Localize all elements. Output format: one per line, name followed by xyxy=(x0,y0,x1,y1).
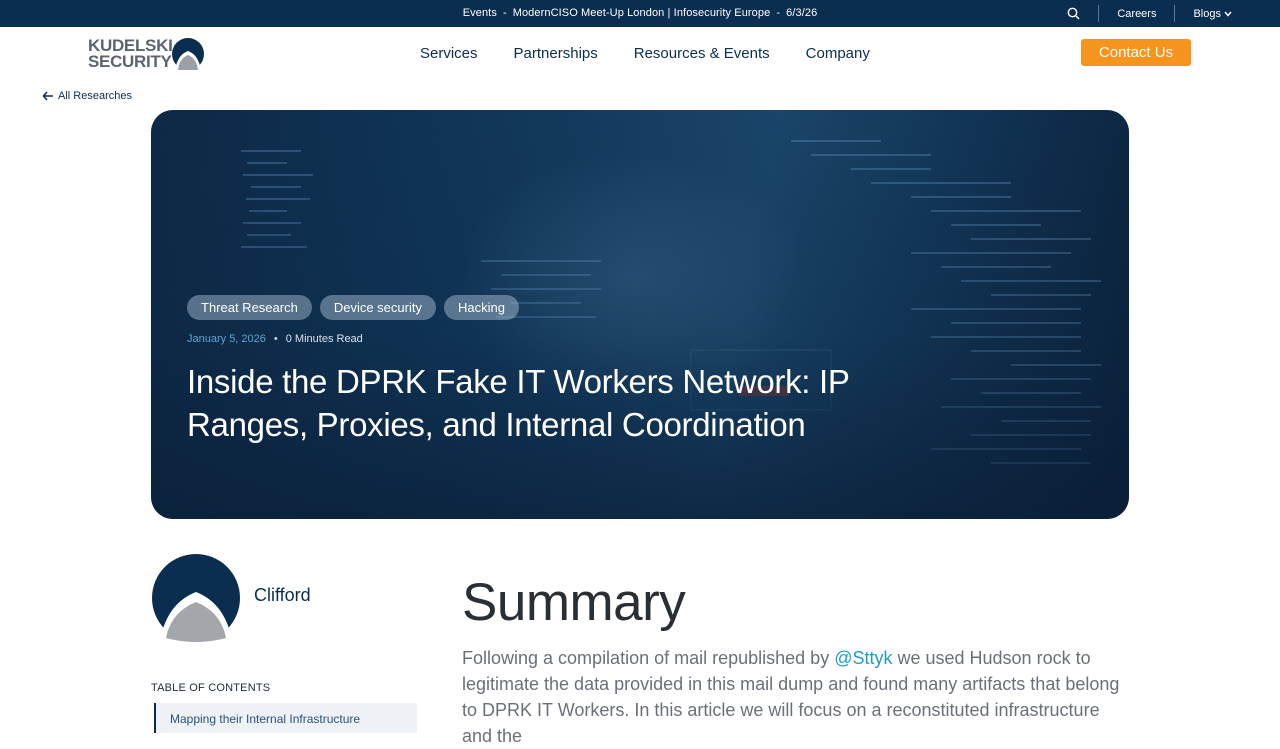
main-header: KUDELSKI SECURITY Services Partnerships … xyxy=(0,27,1280,83)
tag-threat-research[interactable]: Threat Research xyxy=(187,295,312,320)
contact-us-button[interactable]: Contact Us xyxy=(1081,39,1191,66)
nav-partnerships[interactable]: Partnerships xyxy=(514,45,598,62)
read-time: 0 Minutes Read xyxy=(285,333,363,345)
toc-list: Mapping their Internal Infrastructure xyxy=(154,703,417,733)
article-intro: Following a compilation of mail republis… xyxy=(462,645,1128,749)
hero-banner: Threat Research Device security Hacking … xyxy=(151,110,1129,519)
event-name: ModernCISO Meet-Up London | Infosecurity… xyxy=(512,7,771,19)
divider xyxy=(1098,5,1100,22)
all-researches-link[interactable]: All Researches xyxy=(42,90,132,102)
toc-item[interactable]: Mapping their Internal Infrastructure xyxy=(170,712,360,726)
event-date: 6/3/26 xyxy=(786,7,818,19)
event-separator-2: - xyxy=(776,7,781,19)
kudelski-logo[interactable]: KUDELSKI SECURITY xyxy=(88,35,208,73)
logo-mark-icon xyxy=(172,38,204,71)
tag-device-security[interactable]: Device security xyxy=(319,295,436,320)
top-announcement-bar: Events - ModernCISO Meet-Up London | Infos… xyxy=(0,0,1280,27)
careers-link[interactable]: Careers xyxy=(1117,8,1156,20)
logo-text-line2: SECURITY xyxy=(88,52,172,71)
chevron-down-icon xyxy=(1224,11,1232,17)
nav-company[interactable]: Company xyxy=(806,45,870,62)
tag-hacking[interactable]: Hacking xyxy=(443,295,519,320)
author-name[interactable]: Clifford xyxy=(254,585,311,606)
section-heading: Summary xyxy=(462,573,686,632)
sttyk-link[interactable]: @Sttyk xyxy=(834,648,892,668)
nav-services[interactable]: Services xyxy=(420,45,478,62)
meta-separator: • xyxy=(273,333,278,345)
blogs-label: Blogs xyxy=(1193,7,1221,20)
event-separator: - xyxy=(502,7,507,19)
nav-resources-events[interactable]: Resources & Events xyxy=(634,45,770,62)
search-icon[interactable] xyxy=(1067,7,1080,20)
article-meta: January 5, 2026 • 0 Minutes Read xyxy=(187,333,363,345)
toc-heading: TABLE OF CONTENTS xyxy=(151,682,271,694)
divider xyxy=(1174,5,1176,22)
publish-date: January 5, 2026 xyxy=(187,333,266,345)
all-researches-label: All Researches xyxy=(58,90,132,102)
events-label: Events xyxy=(462,7,497,19)
tag-list: Threat Research Device security Hacking xyxy=(187,295,527,320)
blogs-menu[interactable]: Blogs xyxy=(1193,8,1232,20)
intro-text-before: Following a compilation of mail republis… xyxy=(462,648,835,668)
primary-nav: Services Partnerships Resources & Events… xyxy=(420,45,906,62)
article-title: Inside the DPRK Fake IT Workers Network:… xyxy=(187,363,850,443)
arrow-left-icon xyxy=(42,91,58,101)
author-avatar xyxy=(151,554,241,649)
